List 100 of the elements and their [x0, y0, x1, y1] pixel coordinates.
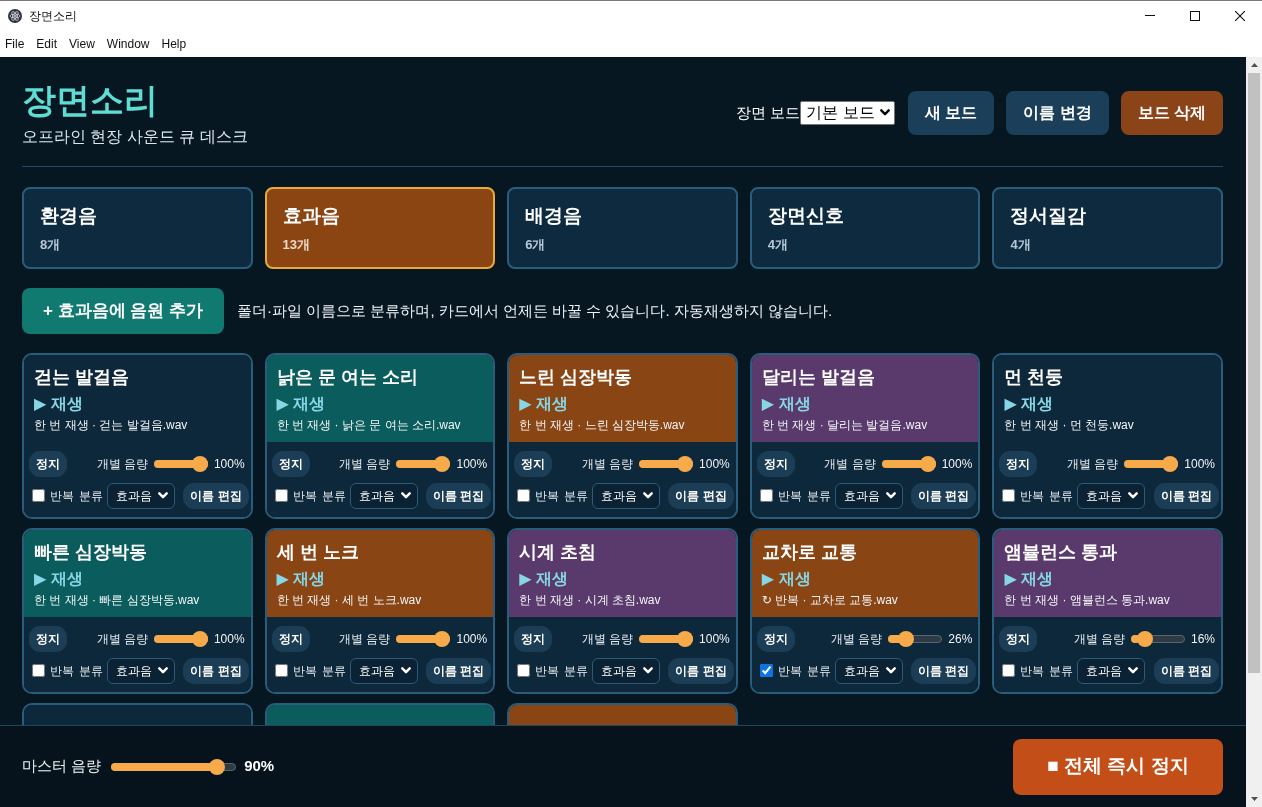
close-icon[interactable] — [1234, 10, 1245, 21]
board-select[interactable]: 기본 보드 — [800, 101, 895, 125]
edit-name-button[interactable]: 이름 편집 — [668, 658, 734, 684]
stop-button[interactable]: 정지 — [756, 451, 795, 477]
file-info: 한 번 재생 · 앰뷸런스 통과.wav — [1004, 592, 1171, 608]
edit-name-button[interactable]: 이름 편집 — [911, 483, 977, 509]
edit-name-button[interactable]: 이름 편집 — [1153, 483, 1219, 509]
category-select[interactable]: 효과음 — [107, 658, 175, 684]
loop-checkbox[interactable] — [1002, 489, 1016, 503]
play-button[interactable]: ▶ 재생 — [276, 393, 326, 415]
volume-slider[interactable] — [1124, 456, 1179, 472]
stop-button[interactable]: 정지 — [271, 451, 310, 477]
slider-thumb[interactable] — [434, 631, 451, 647]
loop-checkbox[interactable] — [517, 489, 531, 503]
volume-slider[interactable] — [639, 631, 694, 647]
play-button[interactable]: ▶ 재생 — [1004, 568, 1054, 590]
category-label: 분류 — [806, 488, 831, 505]
loop-checkbox[interactable] — [1002, 664, 1016, 678]
edit-name-button[interactable]: 이름 편집 — [183, 483, 249, 509]
loop-checkbox[interactable] — [32, 489, 45, 503]
loop-checkbox[interactable] — [759, 489, 773, 503]
scroll-down-arrow-icon[interactable] — [1250, 797, 1258, 801]
slider-thumb[interactable] — [919, 456, 936, 472]
category-select[interactable]: 효과음 — [592, 483, 661, 509]
edit-name-button[interactable]: 이름 편집 — [668, 483, 734, 509]
master-volume-slider[interactable] — [111, 758, 237, 775]
category-select[interactable]: 효과음 — [834, 658, 903, 684]
edit-name-button[interactable]: 이름 편집 — [425, 658, 492, 684]
scrollbar[interactable] — [1246, 57, 1262, 807]
stop-button[interactable]: 정지 — [514, 451, 553, 477]
category-tab[interactable]: 장면신호 4개 — [749, 187, 981, 269]
category-select[interactable]: 효과음 — [592, 658, 661, 684]
menu-item[interactable]: Edit — [36, 34, 58, 53]
loop-checkbox[interactable] — [517, 664, 531, 678]
volume-slider[interactable] — [888, 631, 943, 647]
category-tab[interactable]: 정서질감 4개 — [992, 187, 1223, 269]
loop-checkbox[interactable] — [274, 664, 288, 678]
volume-reading: 100% — [456, 631, 488, 648]
volume-slider[interactable] — [1130, 631, 1185, 647]
play-button[interactable]: ▶ 재생 — [34, 393, 83, 415]
volume-slider[interactable] — [396, 456, 451, 472]
slider-thumb[interactable] — [191, 456, 208, 472]
category-tab[interactable]: 효과음 13개 — [264, 187, 496, 269]
stop-button[interactable]: 정지 — [514, 626, 553, 652]
category-select[interactable]: 효과음 — [834, 483, 903, 509]
stop-button[interactable]: 정지 — [29, 451, 67, 477]
edit-name-button[interactable]: 이름 편집 — [183, 658, 249, 684]
board-action-button[interactable]: 이름 변경 — [1006, 91, 1109, 135]
stop-button[interactable]: 정지 — [271, 626, 310, 652]
slider-thumb[interactable] — [209, 758, 226, 775]
play-button[interactable]: ▶ 재생 — [276, 568, 326, 590]
board-action-button[interactable]: 새 보드 — [907, 91, 995, 135]
play-button[interactable]: ▶ 재생 — [761, 393, 811, 415]
category-select[interactable]: 효과음 — [1077, 658, 1146, 684]
menu-item[interactable]: View — [69, 34, 95, 53]
stop-button[interactable]: 정지 — [756, 626, 795, 652]
slider-thumb[interactable] — [434, 456, 451, 472]
volume-slider[interactable] — [396, 631, 451, 647]
play-button[interactable]: ▶ 재생 — [34, 568, 83, 590]
edit-name-button[interactable]: 이름 편집 — [425, 483, 492, 509]
edit-name-button[interactable]: 이름 편집 — [1153, 658, 1219, 684]
delete-board-button[interactable]: 보드 삭제 — [1120, 91, 1223, 135]
volume-slider[interactable] — [153, 456, 208, 472]
play-button[interactable]: ▶ 재생 — [1004, 393, 1054, 415]
menu-item[interactable]: Window — [106, 34, 150, 53]
slider-thumb[interactable] — [1137, 631, 1154, 647]
volume-slider[interactable] — [153, 631, 208, 647]
loop-checkbox[interactable] — [32, 664, 45, 678]
loop-checkbox[interactable] — [759, 664, 773, 678]
add-source-button[interactable]: + 효과음에 음원 추가 — [22, 288, 225, 334]
file-info: 한 번 재생 · 달리는 발걸음.wav — [761, 417, 929, 433]
play-button[interactable]: ▶ 재생 — [519, 393, 568, 415]
play-button[interactable]: ▶ 재생 — [519, 568, 568, 590]
slider-thumb[interactable] — [898, 631, 915, 647]
category-tab[interactable]: 환경음 8개 — [22, 187, 253, 269]
chevron-down-icon[interactable] — [879, 109, 890, 117]
volume-slider[interactable] — [881, 456, 936, 472]
category-select[interactable]: 효과음 — [1077, 483, 1146, 509]
slider-thumb[interactable] — [677, 631, 694, 647]
edit-name-button[interactable]: 이름 편집 — [911, 658, 977, 684]
stop-button[interactable]: 정지 — [999, 451, 1038, 477]
slider-thumb[interactable] — [1162, 456, 1179, 472]
category-select[interactable]: 효과음 — [349, 658, 418, 684]
stop-button[interactable]: 정지 — [999, 626, 1038, 652]
minimize-icon[interactable] — [1144, 15, 1155, 16]
category-tab[interactable]: 배경음 6개 — [507, 187, 738, 269]
maximize-icon[interactable] — [1189, 10, 1200, 21]
scroll-up-arrow-icon[interactable] — [1250, 63, 1258, 67]
slider-thumb[interactable] — [677, 456, 694, 472]
volume-slider[interactable] — [639, 456, 694, 472]
play-button[interactable]: ▶ 재생 — [761, 568, 811, 590]
menu-item[interactable]: File — [5, 34, 25, 53]
stop-all-button[interactable]: ■ 전체 즉시 정지 — [1013, 738, 1223, 795]
scrollbar-thumb[interactable] — [1248, 73, 1260, 673]
category-select[interactable]: 효과음 — [107, 483, 175, 509]
stop-button[interactable]: 정지 — [29, 626, 67, 652]
slider-thumb[interactable] — [191, 631, 208, 647]
loop-checkbox[interactable] — [274, 489, 288, 503]
menu-item[interactable]: Help — [161, 34, 187, 53]
category-select[interactable]: 효과음 — [349, 483, 418, 509]
